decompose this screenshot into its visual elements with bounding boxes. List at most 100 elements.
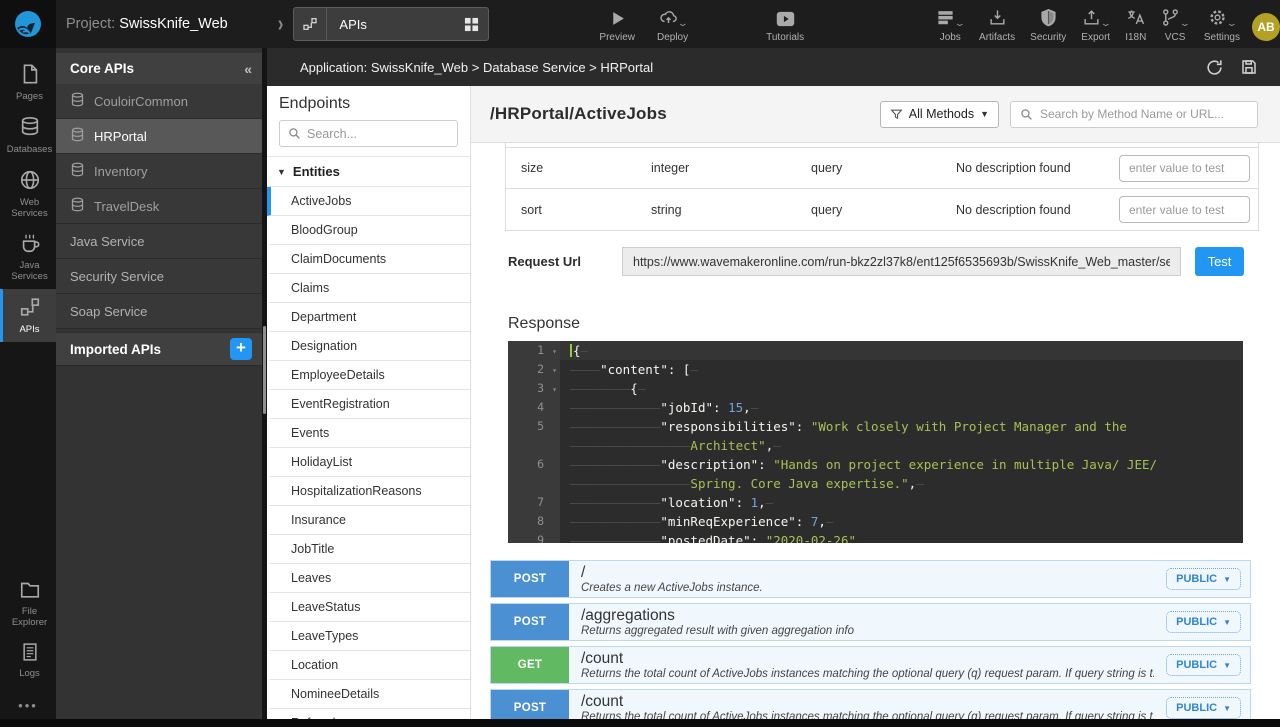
entity-item-leaves[interactable]: Leaves [267, 564, 470, 593]
refresh-icon[interactable] [1205, 58, 1224, 77]
method-filter-select[interactable]: All Methods ▼ [880, 101, 999, 128]
method-card-get-count[interactable]: GET/countReturns the total count of Acti… [490, 646, 1251, 684]
code-line: 6––––––––––––"description": "Hands on pr… [508, 455, 1243, 474]
entity-item-eventregistration[interactable]: EventRegistration [267, 390, 470, 419]
topbar-i18n-button[interactable]: I18N [1125, 6, 1146, 43]
visibility-dropdown[interactable]: PUBLIC▼ [1166, 654, 1241, 676]
method-path: /aggregations [581, 607, 1154, 625]
tab-apis[interactable]: APIs [293, 7, 489, 41]
sidebar-item-couloircommon[interactable]: CouloirCommon [56, 84, 262, 119]
entity-item-hospitalizationreasons[interactable]: HospitalizationReasons [267, 477, 470, 506]
entity-item-holidaylist[interactable]: HolidayList [267, 448, 470, 477]
test-button[interactable]: Test [1195, 247, 1244, 276]
rail-item-apis[interactable]: APIs [0, 289, 56, 342]
entity-item-leavestatus[interactable]: LeaveStatus [267, 593, 470, 622]
entity-item-events[interactable]: Events [267, 419, 470, 448]
database-icon [70, 92, 85, 110]
pages-icon [19, 63, 41, 89]
endpoints-search-input[interactable] [307, 127, 449, 141]
line-number: 2▾ [508, 360, 560, 379]
entity-item-jobtitle[interactable]: JobTitle [267, 535, 470, 564]
database-icon [19, 116, 41, 142]
breadcrumb-actions [1205, 58, 1258, 77]
topbar-export-button[interactable]: ⌄Export [1081, 6, 1110, 43]
sidebar-item-label: Inventory [94, 164, 147, 179]
visibility-dropdown[interactable]: PUBLIC▼ [1166, 611, 1241, 633]
entity-item-activejobs[interactable]: ActiveJobs [267, 187, 470, 216]
visibility-dropdown[interactable]: PUBLIC▼ [1166, 697, 1241, 719]
topbar-jobs-button[interactable]: ⌄Jobs [936, 6, 964, 43]
topbar-tutorials-button[interactable]: Tutorials [766, 6, 804, 43]
fold-arrow-icon[interactable]: ▾ [552, 361, 557, 380]
method-description: Creates a new ActiveJobs instance. [581, 582, 1154, 594]
method-info: /Creates a new ActiveJobs instance. [569, 561, 1166, 597]
topbar-artifacts-button[interactable]: Artifacts [979, 6, 1015, 43]
avatar[interactable]: AB [1252, 13, 1280, 41]
entity-item-employeedetails[interactable]: EmployeeDetails [267, 361, 470, 390]
entity-item-designation[interactable]: Designation [267, 332, 470, 361]
method-info: /countReturns the total count of ActiveJ… [569, 690, 1166, 719]
add-imported-api-button[interactable]: + [230, 338, 252, 360]
code-line: 9––––––––––––"postedDate": "2020-02-26" [508, 531, 1243, 543]
code-content: ––––––––––––––––Spring. Core Java expert… [560, 474, 1243, 493]
topbar-preview-button[interactable]: Preview [599, 6, 635, 43]
visibility-dropdown[interactable]: PUBLIC▼ [1166, 568, 1241, 590]
rail-item-java-services[interactable]: Java Services [0, 225, 56, 289]
topbar-vcs-button[interactable]: ⌄VCS [1161, 6, 1189, 43]
entity-item-nomineedetails[interactable]: NomineeDetails [267, 680, 470, 709]
collapse-sidebar-button[interactable]: « [244, 61, 252, 77]
topbar-security-button[interactable]: Security [1030, 6, 1066, 43]
save-icon[interactable] [1240, 58, 1258, 77]
endpoints-scrollbar-thumb[interactable] [263, 326, 266, 414]
param-value-input[interactable] [1119, 196, 1250, 223]
param-value-input[interactable] [1119, 155, 1250, 182]
core-apis-list: CouloirCommonHRPortal Inventory TravelDesk… [56, 84, 262, 329]
rail-item-logs[interactable]: Logs [0, 635, 56, 686]
entity-item-claimdocuments[interactable]: ClaimDocuments [267, 245, 470, 274]
rail-item-databases[interactable]: Databases [0, 109, 56, 162]
parameters-table: sizeintegerqueryNo description foundsort… [505, 143, 1259, 231]
fold-arrow-icon[interactable]: ▾ [552, 380, 557, 399]
entity-item-insurance[interactable]: Insurance [267, 506, 470, 535]
code-line: ––––––––––––––––Architect",– [508, 436, 1243, 455]
line-number: 6 [508, 455, 560, 474]
method-badge: GET [491, 647, 569, 683]
sidebar-item-security-service[interactable]: Security Service [56, 259, 262, 294]
entity-item-leavetypes[interactable]: LeaveTypes [267, 622, 470, 651]
text-cursor [570, 344, 572, 357]
sidebar-item-soap-service[interactable]: Soap Service [56, 294, 262, 329]
sidebar-item-hrportal[interactable]: HRPortal [56, 119, 262, 154]
request-url-input[interactable] [622, 247, 1181, 276]
search-icon [1020, 108, 1033, 121]
response-code-editor[interactable]: 1▾{–2▾––––"content": [–3▾––––––––{–4––––… [508, 341, 1243, 543]
fold-arrow-icon[interactable]: ▾ [552, 342, 557, 361]
rail-item-web-services[interactable]: Web Services [0, 162, 56, 226]
entity-item-location[interactable]: Location [267, 651, 470, 680]
method-card-post-[interactable]: POST/Creates a new ActiveJobs instance.P… [490, 560, 1251, 598]
method-info: /countReturns the total count of ActiveJ… [569, 647, 1166, 683]
folder-icon [19, 578, 41, 604]
entity-item-claims[interactable]: Claims [267, 274, 470, 303]
method-card-post-count[interactable]: POST/countReturns the total count of Act… [490, 689, 1251, 719]
entity-item-department[interactable]: Department [267, 303, 470, 332]
method-card-post-aggregations[interactable]: POST/aggregationsReturns aggregated resu… [490, 603, 1251, 641]
database-icon [70, 197, 85, 215]
rail-item-file-explorer[interactable]: File Explorer [0, 571, 56, 635]
sidebar-item-traveldesk[interactable]: TravelDesk [56, 189, 262, 224]
param-row-size: sizeintegerqueryNo description found [506, 148, 1258, 189]
wavemaker-logo[interactable] [0, 0, 56, 48]
entity-item-bloodgroup[interactable]: BloodGroup [267, 216, 470, 245]
rail-item-pages[interactable]: Pages [0, 56, 56, 109]
entity-item-referral[interactable]: Referral [267, 709, 470, 719]
grid-icon[interactable] [454, 17, 488, 32]
topbar-settings-button[interactable]: ⌄Settings [1204, 6, 1240, 43]
method-search-input[interactable] [1040, 107, 1248, 121]
entities-section-header[interactable]: ▼ Entities [267, 156, 470, 187]
video-icon [776, 11, 795, 30]
chevron-right-icon[interactable]: › [278, 11, 284, 38]
topbar-deploy-button[interactable]: ⌄Deploy [657, 6, 688, 43]
sidebar-item-java-service[interactable]: Java Service [56, 224, 262, 259]
artifacts-icon [988, 8, 1007, 30]
sidebar-item-inventory[interactable]: Inventory [56, 154, 262, 189]
method-description: Returns the total count of ActiveJobs in… [581, 711, 1154, 719]
